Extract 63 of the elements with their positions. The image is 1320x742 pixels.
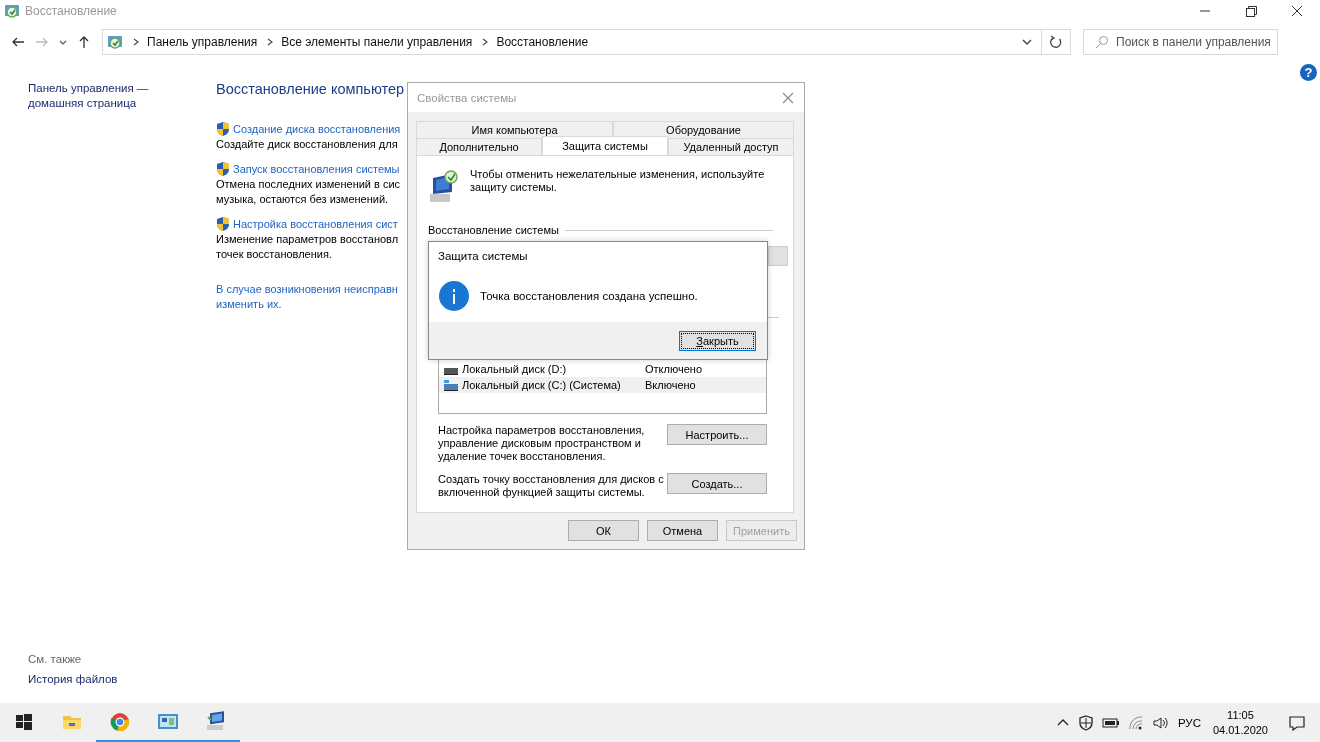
task-link[interactable]: Настройка восстановления сист bbox=[233, 217, 398, 230]
see-also-link[interactable]: История файлов bbox=[28, 673, 216, 685]
group-label: Восстановление системы bbox=[428, 224, 559, 236]
clock-time[interactable]: 11:05 bbox=[1227, 707, 1254, 723]
help-icon[interactable]: ? bbox=[1300, 64, 1317, 81]
intro-text: Чтобы отменить нежелательные изменения, используйте защиту системы. bbox=[470, 168, 766, 195]
tab[interactable]: Имя компьютера bbox=[416, 121, 613, 138]
control-panel-icon bbox=[4, 3, 20, 19]
message-title: Защита системы bbox=[437, 249, 529, 264]
drive-row[interactable]: Локальный диск (D:) Отключено bbox=[439, 361, 766, 377]
clock-date[interactable]: 04.01.2020 bbox=[1212, 722, 1268, 738]
breadcrumb[interactable]: Все элементы панели управления bbox=[281, 35, 473, 49]
shield-icon bbox=[216, 160, 230, 177]
shield-icon bbox=[216, 120, 230, 137]
dialog-title: Свойства системы bbox=[417, 91, 517, 104]
configure-button[interactable]: Настроить... bbox=[667, 424, 767, 445]
message-text: Точка восстановления создана успешно. bbox=[480, 290, 698, 302]
drive-name: Локальный диск (D:) bbox=[462, 363, 568, 375]
dialog-button[interactable]: ОК bbox=[568, 520, 639, 541]
tab[interactable]: Удаленный доступ bbox=[668, 138, 794, 155]
configure-description: Настройка параметров восстановления, управление дисковым пространством и удаление точек восстановления. bbox=[438, 424, 646, 463]
shield-icon bbox=[216, 215, 230, 232]
tab[interactable]: Дополнительно bbox=[416, 138, 542, 155]
close-button[interactable]: Закрыть bbox=[679, 330, 756, 351]
battery-icon[interactable] bbox=[1101, 715, 1120, 730]
speaker-icon[interactable] bbox=[1151, 715, 1168, 730]
info-icon bbox=[439, 281, 469, 311]
window-title: Восстановление bbox=[25, 4, 117, 18]
drive-status: Отключено bbox=[645, 363, 702, 375]
task-description: музыка, остаются без изменений. bbox=[216, 192, 390, 207]
refresh-button[interactable] bbox=[1042, 29, 1071, 55]
see-also-heading: См. также bbox=[28, 653, 83, 665]
search-field[interactable]: Поиск в панели управления bbox=[1083, 29, 1278, 55]
task-description: точек восстановления. bbox=[216, 247, 333, 262]
task-description: Изменение параметров восстановл bbox=[216, 232, 400, 247]
control-panel-icon bbox=[107, 34, 123, 50]
browser-icon[interactable] bbox=[109, 710, 131, 733]
breadcrumb[interactable]: Панель управления bbox=[147, 35, 258, 49]
search-icon bbox=[1094, 34, 1110, 50]
help-link[interactable]: В случае возникновения неисправн bbox=[216, 282, 398, 297]
tab[interactable]: Оборудование bbox=[613, 121, 794, 138]
wifi-icon[interactable] bbox=[1127, 715, 1144, 730]
page-heading: Восстановление компьютер bbox=[216, 81, 405, 97]
shield-icon[interactable] bbox=[1077, 714, 1094, 731]
computer-icon[interactable] bbox=[205, 710, 227, 733]
address-bar[interactable]: Панель управления Все элементы панели управления Восстановление bbox=[102, 29, 1042, 55]
dialog-button[interactable]: Отмена bbox=[647, 520, 718, 541]
drive-status: Включено bbox=[645, 379, 696, 391]
language-indicator[interactable]: РУС bbox=[1177, 716, 1201, 729]
create-button[interactable]: Создать... bbox=[667, 473, 767, 494]
refresh-icon bbox=[1048, 34, 1064, 50]
home-link[interactable]: Панель управления — домашняя страница bbox=[28, 81, 158, 111]
task-link[interactable]: Запуск восстановления системы bbox=[233, 162, 400, 175]
help-link[interactable]: изменить их. bbox=[216, 297, 282, 312]
tab[interactable]: Защита системы bbox=[542, 136, 668, 155]
task-description: Отмена последних изменений в сис bbox=[216, 177, 402, 192]
breadcrumb[interactable]: Восстановление bbox=[496, 35, 589, 49]
notification-icon[interactable] bbox=[1288, 713, 1306, 732]
drive-row[interactable]: Локальный диск (C:) (Система) Включено bbox=[439, 377, 766, 393]
task-description: Создайте диск восстановления для bbox=[216, 137, 399, 152]
task-link[interactable]: Создание диска восстановления bbox=[233, 122, 401, 135]
create-description: Создать точку восстановления для дисков с включенной функцией защиты системы. bbox=[438, 473, 665, 499]
drive-name: Локальный диск (C:) (Система) bbox=[462, 379, 622, 391]
